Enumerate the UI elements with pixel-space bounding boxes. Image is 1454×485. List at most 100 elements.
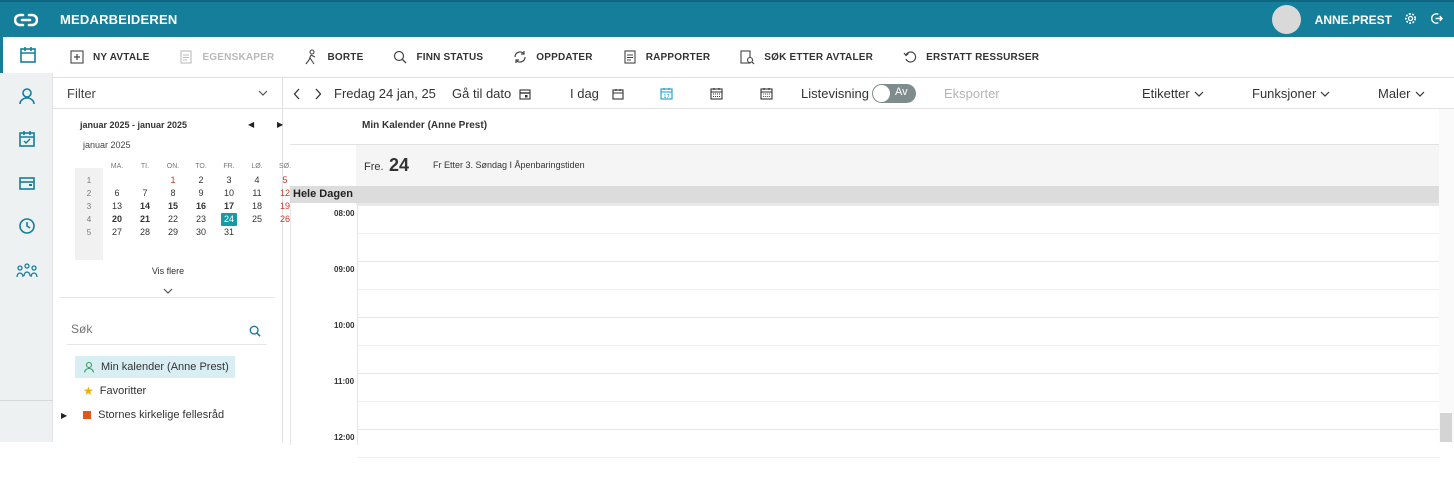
- mini-calendar-day[interactable]: 27: [103, 226, 131, 239]
- hour-row[interactable]: 11:00: [291, 373, 1440, 429]
- avatar[interactable]: [1271, 5, 1301, 34]
- export-button[interactable]: Eksporter: [944, 78, 1000, 109]
- mini-calendar-day[interactable]: 18: [243, 200, 271, 213]
- hour-line: [357, 205, 1440, 206]
- month-view-icon[interactable]: [760, 78, 773, 109]
- find-status-button[interactable]: FINN STATUS: [376, 37, 496, 78]
- functions-label: Funksjoner: [1252, 86, 1317, 101]
- mini-calendar-day[interactable]: 25: [243, 213, 271, 226]
- away-button[interactable]: BORTE: [287, 37, 376, 78]
- mini-calendar-day[interactable]: 23: [187, 213, 215, 226]
- templates-dropdown[interactable]: Maler: [1378, 78, 1425, 109]
- mini-calendar-day[interactable]: 3: [215, 174, 243, 187]
- show-more-link[interactable]: Vis flere: [53, 266, 283, 276]
- functions-dropdown[interactable]: Funksjoner: [1252, 78, 1330, 109]
- day-abbr: Fre.: [364, 161, 384, 173]
- mini-calendar-day[interactable]: 11: [243, 187, 271, 200]
- mini-calendar-day[interactable]: 29: [159, 226, 187, 239]
- calendar-day-view: Min Kalender (Anne Prest) Fre. 24 Fr Ett…: [290, 109, 1440, 458]
- tree-item-org[interactable]: ▶ Stornes kirkelige fellesråd: [61, 404, 261, 426]
- mini-calendar-day[interactable]: 31: [215, 226, 243, 239]
- find-status-label: FINN STATUS: [416, 51, 484, 63]
- next-day-icon[interactable]: [314, 78, 322, 109]
- mini-calendar-day[interactable]: 15: [159, 200, 187, 213]
- scroll-thumb[interactable]: [1440, 413, 1452, 442]
- divider: [59, 297, 275, 298]
- gear-icon[interactable]: [1402, 12, 1418, 28]
- half-hour-line: [357, 457, 1440, 458]
- tree-item-my-calendar[interactable]: Min kalender (Anne Prest): [75, 356, 235, 378]
- week-number: 5: [86, 228, 92, 237]
- replace-resources-button[interactable]: ERSTATT RESSURSER: [886, 37, 1052, 78]
- logout-icon[interactable]: [1428, 12, 1444, 28]
- mini-calendar-range: januar 2025 - januar 2025: [80, 120, 188, 130]
- list-view-toggle[interactable]: Av: [868, 78, 916, 109]
- reports-button[interactable]: RAPPORTER: [606, 37, 724, 78]
- mini-calendar-day[interactable]: 8: [159, 187, 187, 200]
- mini-calendar-day[interactable]: 13: [103, 200, 131, 213]
- prev-month-icon[interactable]: ◀: [248, 120, 254, 129]
- svg-text:17: 17: [663, 94, 669, 100]
- person-icon: [83, 361, 95, 373]
- new-appointment-label: NY AVTALE: [93, 51, 150, 63]
- properties-button[interactable]: EGENSKAPER: [162, 37, 287, 78]
- hour-row[interactable]: 10:00: [291, 317, 1440, 373]
- refresh-button[interactable]: OPPDATER: [496, 37, 605, 78]
- mini-calendar-day[interactable]: 17: [215, 200, 243, 213]
- mini-calendar-day[interactable]: 10: [215, 187, 243, 200]
- week-number: 1: [86, 176, 92, 185]
- new-appointment-button[interactable]: NY AVTALE: [53, 37, 162, 78]
- mini-calendar-day[interactable]: 9: [187, 187, 215, 200]
- left-panel: Filter januar 2025 - januar 2025 ◀ ▶ jan…: [53, 78, 291, 442]
- wallet-icon[interactable]: [0, 165, 53, 201]
- app-logo-icon[interactable]: [0, 2, 52, 37]
- team-icon[interactable]: [0, 253, 53, 289]
- vertical-scrollbar[interactable]: [1439, 109, 1454, 442]
- day-view-icon[interactable]: 17: [660, 78, 673, 109]
- mini-calendar-day[interactable]: 16: [187, 200, 215, 213]
- week-view-icon[interactable]: [710, 78, 723, 109]
- filter-dropdown[interactable]: Filter: [53, 78, 282, 109]
- calendar-icon[interactable]: [0, 37, 53, 73]
- calendar-check-icon[interactable]: [0, 121, 53, 157]
- person-icon[interactable]: [0, 78, 53, 114]
- mini-calendar-day[interactable]: 4: [243, 174, 271, 187]
- prev-day-icon[interactable]: [293, 78, 301, 109]
- search-appointments-button[interactable]: SØK ETTER AVTALER: [723, 37, 886, 78]
- weekday-header: TI.: [140, 163, 150, 170]
- labels-dropdown[interactable]: Etiketter: [1142, 78, 1204, 109]
- goto-date-button[interactable]: Gå til dato: [452, 78, 531, 109]
- search-input[interactable]: [71, 322, 241, 336]
- mini-calendar-day[interactable]: 7: [131, 187, 159, 200]
- hour-row[interactable]: 12:00: [291, 429, 1440, 485]
- hour-line: [357, 373, 1440, 374]
- mini-calendar-day[interactable]: 22: [159, 213, 187, 226]
- today-button[interactable]: I dag: [570, 78, 624, 109]
- hour-row[interactable]: 09:00: [291, 261, 1440, 317]
- hour-line: [357, 429, 1440, 430]
- calendar-toolbar: Fredag 24 jan, 25 Gå til dato I dag 17 L…: [283, 78, 1454, 109]
- tree-item-favorites[interactable]: ★ Favoritter: [75, 380, 235, 402]
- mini-calendar-day[interactable]: 21: [131, 213, 159, 226]
- mini-calendar-day[interactable]: 28: [131, 226, 159, 239]
- mini-calendar-day[interactable]: 20: [103, 213, 131, 226]
- expand-arrow-icon[interactable]: ▶: [61, 411, 67, 420]
- mini-calendar-day[interactable]: 14: [131, 200, 159, 213]
- search-icon[interactable]: [249, 324, 261, 342]
- day-header[interactable]: Fre. 24 Fr Etter 3. Søndag I Åpenbarings…: [356, 145, 1439, 186]
- mini-calendar-day[interactable]: 1: [159, 174, 187, 187]
- hour-row[interactable]: 08:00: [291, 205, 1440, 261]
- mini-calendar-day[interactable]: 2: [187, 174, 215, 187]
- next-month-icon[interactable]: ▶: [277, 120, 283, 129]
- hour-line: [357, 317, 1440, 318]
- mini-calendar-today[interactable]: 24: [221, 213, 237, 226]
- weekday-header: TO.: [195, 163, 207, 170]
- calendar-icon: [612, 88, 624, 100]
- tree-item-label: Min kalender (Anne Prest): [101, 361, 229, 373]
- reports-label: RAPPORTER: [645, 51, 711, 63]
- clock-icon[interactable]: [0, 208, 53, 244]
- all-day-row[interactable]: Hele Dagen: [290, 186, 1439, 205]
- mini-calendar-day[interactable]: 30: [187, 226, 215, 239]
- user-name[interactable]: ANNE.PREST: [1315, 13, 1392, 27]
- mini-calendar-day[interactable]: 6: [103, 187, 131, 200]
